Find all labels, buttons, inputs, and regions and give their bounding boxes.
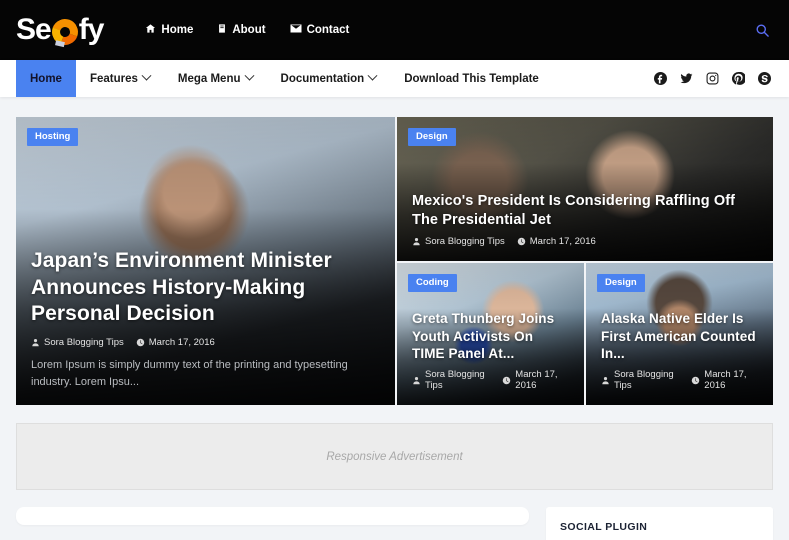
user-icon [412, 376, 421, 385]
post-author-label: Sora Blogging Tips [44, 336, 124, 348]
nav-item-download-template[interactable]: Download This Template [390, 60, 553, 97]
clock-icon [517, 237, 526, 246]
user-icon [412, 237, 421, 246]
nav-item-features-label: Features [89, 72, 138, 85]
post-title[interactable]: Japan’s Environment Minister Announces H… [31, 248, 380, 328]
advertisement-box: Responsive Advertisement [16, 423, 773, 490]
post-category-badge[interactable]: Coding [408, 274, 457, 293]
post-date-label: March 17, 2016 [148, 336, 215, 348]
nav-item-documentation-label: Documentation [280, 72, 365, 85]
envelope-icon [290, 23, 302, 37]
book-icon [217, 23, 227, 37]
post-body: Greta Thunberg Joins Youth Activists On … [397, 310, 584, 405]
post-date-label: March 17, 2016 [515, 369, 558, 391]
post-date-label: March 17, 2016 [704, 369, 747, 391]
header-nav: Home About Contact [145, 23, 349, 37]
featured-right-column: Design Mexico's President Is Considering… [397, 117, 773, 405]
post-date: March 17, 2016 [691, 369, 758, 391]
facebook-icon[interactable] [654, 72, 667, 85]
featured-grid: Hosting Japan’s Environment Minister Ann… [16, 117, 773, 405]
orange-ring-icon [47, 14, 82, 50]
social-links [654, 60, 773, 97]
header-nav-contact-label: Contact [306, 24, 350, 36]
post-body: Mexico's President Is Considering Raffli… [397, 192, 773, 262]
header-nav-home-label: Home [161, 24, 194, 36]
featured-post-bottom-right[interactable]: Design Alaska Native Elder Is First Amer… [586, 263, 773, 405]
header-nav-home[interactable]: Home [145, 23, 193, 37]
post-author: Sora Blogging Tips [601, 369, 679, 391]
post-category-badge[interactable]: Design [408, 128, 456, 146]
nav-item-home-label: Home [30, 72, 62, 85]
skype-icon[interactable] [758, 72, 771, 85]
chevron-down-icon [244, 70, 254, 81]
nav-item-features[interactable]: Features [76, 60, 164, 97]
post-snippet: Lorem Ipsum is simply dummy text of the … [31, 358, 348, 388]
post-title[interactable]: Greta Thunberg Joins Youth Activists On … [412, 310, 569, 363]
post-date: March 17, 2016 [502, 369, 569, 391]
header-nav-about[interactable]: About [217, 23, 266, 37]
content-area: SOCIAL PLUGIN [0, 490, 789, 540]
post-meta: Sora Blogging Tips March 17, 2016 [412, 236, 758, 247]
pinterest-icon[interactable] [731, 71, 747, 85]
post-author-label: Sora Blogging Tips [614, 369, 674, 391]
post-author-label: Sora Blogging Tips [425, 236, 505, 248]
nav-item-documentation[interactable]: Documentation [267, 60, 391, 97]
site-logo[interactable]: Se fy [16, 13, 105, 50]
main-navigation: Home Features Mega Menu Documentation Do… [0, 60, 789, 97]
post-category-badge[interactable]: Design [597, 274, 645, 293]
post-body: Japan’s Environment Minister Announces H… [16, 248, 395, 405]
post-title[interactable]: Alaska Native Elder Is First American Co… [601, 310, 758, 363]
post-meta: Sora Blogging Tips March 17, 2016 [412, 369, 569, 391]
post-meta: Sora Blogging Tips March 17, 2016 [31, 337, 380, 348]
header-nav-contact[interactable]: Contact [290, 23, 350, 37]
advertisement-section: Responsive Advertisement [0, 405, 789, 490]
featured-section: Hosting Japan’s Environment Minister Ann… [0, 97, 789, 405]
logo-text-left: Se [16, 13, 52, 46]
twitter-icon[interactable] [680, 72, 693, 85]
post-meta: Sora Blogging Tips March 17, 2016 [601, 369, 758, 391]
nav-item-home[interactable]: Home [16, 60, 76, 97]
nav-item-mega-menu-label: Mega Menu [177, 72, 241, 85]
post-author: Sora Blogging Tips [412, 236, 505, 247]
clock-icon [502, 376, 511, 385]
clock-icon [691, 376, 700, 385]
featured-bottom-row: Coding Greta Thunberg Joins Youth Activi… [397, 263, 773, 405]
post-body: Alaska Native Elder Is First American Co… [586, 310, 773, 405]
featured-post-bottom-left[interactable]: Coding Greta Thunberg Joins Youth Activi… [397, 263, 584, 405]
search-icon[interactable] [751, 19, 773, 41]
post-date: March 17, 2016 [517, 236, 596, 247]
post-author: Sora Blogging Tips [412, 369, 490, 391]
chevron-down-icon [367, 70, 378, 81]
clock-icon [136, 338, 145, 347]
post-list-card [16, 507, 529, 525]
sidebar-social-plugin: SOCIAL PLUGIN [546, 507, 773, 540]
post-date: March 17, 2016 [136, 337, 215, 348]
post-category-badge[interactable]: Hosting [27, 128, 79, 146]
user-icon [31, 338, 40, 347]
featured-post-top-right[interactable]: Design Mexico's President Is Considering… [397, 117, 773, 262]
user-icon [601, 376, 610, 385]
advertisement-label: Responsive Advertisement [326, 450, 463, 463]
main-nav-items: Home Features Mega Menu Documentation Do… [16, 60, 553, 97]
post-title[interactable]: Mexico's President Is Considering Raffli… [412, 192, 758, 230]
house-icon [145, 23, 156, 37]
chevron-down-icon [141, 70, 152, 81]
instagram-icon[interactable] [706, 72, 719, 85]
post-date-label: March 17, 2016 [529, 236, 596, 248]
site-header: Se fy Home About Contact [0, 0, 789, 60]
post-author: Sora Blogging Tips [31, 337, 124, 348]
nav-item-download-template-label: Download This Template [404, 72, 539, 85]
logo-text-right: fy [78, 13, 105, 46]
nav-item-mega-menu[interactable]: Mega Menu [164, 60, 267, 97]
header-nav-about-label: About [232, 24, 266, 36]
social-plugin-title: SOCIAL PLUGIN [560, 521, 648, 533]
post-author-label: Sora Blogging Tips [425, 369, 485, 391]
featured-post-main[interactable]: Hosting Japan’s Environment Minister Ann… [16, 117, 395, 405]
